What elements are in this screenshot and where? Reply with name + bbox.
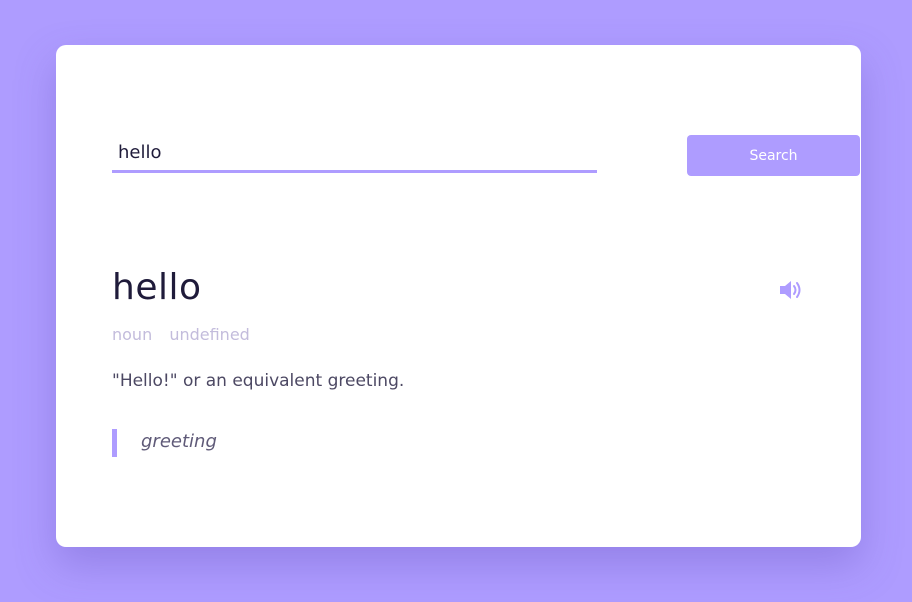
search-row: Search	[112, 135, 860, 177]
search-input[interactable]	[112, 135, 597, 173]
speaker-icon[interactable]	[777, 278, 805, 302]
word-title: hello	[112, 267, 202, 308]
example-text: greeting	[141, 431, 217, 452]
search-button[interactable]: Search	[687, 135, 860, 176]
word-meta: noun undefined	[112, 325, 250, 344]
definition-text: "Hello!" or an equivalent greeting.	[112, 371, 405, 391]
phonetic: undefined	[169, 325, 250, 344]
example-quote: greeting	[112, 429, 217, 457]
dictionary-card: Search hello noun undefined "Hello!" or …	[56, 45, 861, 547]
part-of-speech: noun	[112, 325, 153, 344]
